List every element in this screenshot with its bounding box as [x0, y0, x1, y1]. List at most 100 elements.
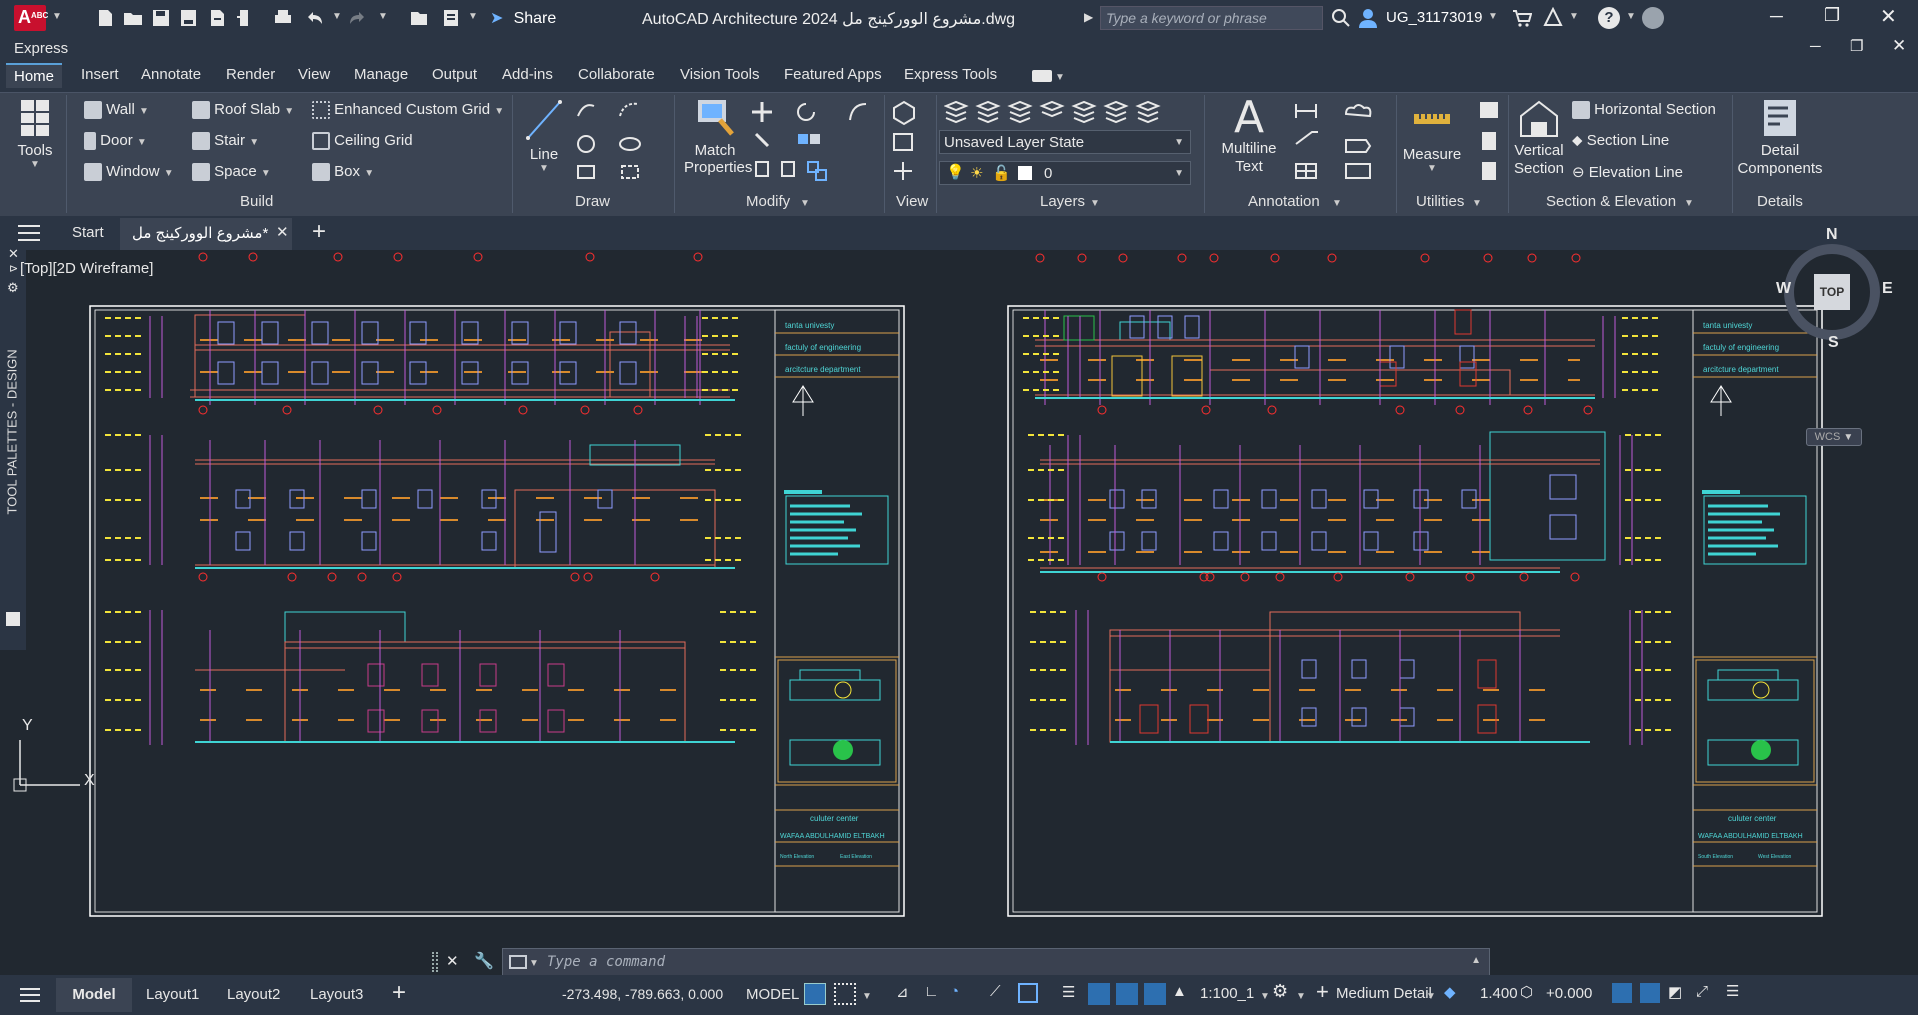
- save-icon[interactable]: [150, 7, 172, 29]
- save-as-icon[interactable]: [178, 7, 200, 29]
- tab-collaborate[interactable]: Collaborate: [578, 66, 655, 83]
- app-logo[interactable]: A ABC: [14, 5, 48, 31]
- section-line-button[interactable]: ⬥ Section Line: [1572, 132, 1669, 149]
- snap-mode-icon[interactable]: [834, 983, 856, 1005]
- detail-components-button[interactable]: Detail Components: [1736, 98, 1824, 178]
- tools-button[interactable]: Tools ▼: [14, 98, 56, 178]
- section-chevron-icon[interactable]: ▼: [1684, 198, 1694, 209]
- ceiling-grid-button[interactable]: Ceiling Grid: [312, 132, 413, 151]
- account-icon[interactable]: [1642, 7, 1664, 29]
- file-menu-icon[interactable]: [18, 225, 40, 241]
- compass-south[interactable]: S: [1828, 334, 1839, 352]
- tab-view[interactable]: View: [298, 66, 330, 83]
- auto-scale-icon[interactable]: [1144, 983, 1166, 1005]
- command-close-icon[interactable]: ✕: [446, 952, 459, 970]
- redo-icon[interactable]: [346, 7, 368, 29]
- maximize-window-icon[interactable]: ❐: [1824, 5, 1840, 26]
- drawing-sheets[interactable]: tanta univesty factuly of engineering ar…: [0, 250, 1918, 975]
- grid-display-icon[interactable]: [804, 983, 826, 1005]
- isodraft-icon[interactable]: ⟋: [990, 983, 1001, 1000]
- ortho-icon[interactable]: ∟: [924, 983, 939, 1000]
- roof-slab-button[interactable]: Roof Slab ▼: [192, 101, 294, 120]
- close-tab-icon[interactable]: ✕: [276, 223, 289, 241]
- gear-chevron-icon[interactable]: ▼: [1296, 991, 1306, 1002]
- enhanced-custom-grid-button[interactable]: Enhanced Custom Grid ▼: [312, 101, 504, 120]
- annotation-visibility-icon[interactable]: [1116, 983, 1138, 1005]
- cart-icon[interactable]: [1512, 8, 1533, 28]
- elevation-value[interactable]: 1.400: [1480, 985, 1518, 1002]
- project-navigator-icon[interactable]: [408, 7, 430, 29]
- vertical-section-button[interactable]: Vertical Section: [1512, 98, 1566, 178]
- add-layout-icon[interactable]: +: [392, 979, 406, 1007]
- elevation-line-button[interactable]: ⊖ Elevation Line: [1572, 163, 1683, 181]
- new-tab-icon[interactable]: +: [312, 218, 326, 246]
- match-properties-button[interactable]: Match Properties: [684, 98, 752, 176]
- tab-layout2[interactable]: Layout2: [227, 986, 280, 1003]
- plot-icon[interactable]: [272, 7, 294, 29]
- clean-screen-icon[interactable]: ◩: [1668, 983, 1682, 1001]
- window-button[interactable]: Window ▼: [84, 163, 174, 182]
- ribbon-toggle-chevron-icon[interactable]: ▼: [1055, 72, 1065, 83]
- annotation-chevron-icon[interactable]: ▼: [1332, 198, 1342, 209]
- scale-chevron-icon[interactable]: ▼: [1260, 991, 1270, 1002]
- layer-dropdown[interactable]: 💡 ☀ 🔓 0 ▼: [939, 161, 1191, 185]
- doc-restore-icon[interactable]: ❐: [1850, 37, 1863, 55]
- viewcube-top-face[interactable]: TOP: [1814, 274, 1850, 310]
- transparency-icon[interactable]: [1088, 983, 1110, 1005]
- annotation-scale-icon[interactable]: ▲: [1172, 983, 1187, 1000]
- close-window-icon[interactable]: ✕: [1880, 4, 1897, 29]
- osnap-icon[interactable]: [1018, 983, 1038, 1003]
- user-chevron-icon[interactable]: ▼: [1488, 11, 1498, 22]
- tab-model[interactable]: Model: [56, 978, 132, 1012]
- lineweight-icon[interactable]: ☰: [1062, 983, 1075, 1001]
- doc-close-icon[interactable]: ✕: [1892, 36, 1906, 56]
- workspace-gear-icon[interactable]: ⚙: [1272, 981, 1288, 1002]
- wall-button[interactable]: Wall ▼: [84, 101, 149, 120]
- measure-button[interactable]: Measure ▼: [1402, 98, 1462, 174]
- modify-chevron-icon[interactable]: ▼: [800, 198, 810, 209]
- utilities-chevron-icon[interactable]: ▼: [1472, 198, 1482, 209]
- tab-output[interactable]: Output: [432, 66, 477, 83]
- detail-chevron-icon[interactable]: ▼: [1426, 991, 1436, 1002]
- stair-button[interactable]: Stair ▼: [192, 132, 259, 151]
- doc-minimize-icon[interactable]: ─: [1810, 38, 1821, 55]
- search-icon[interactable]: [1331, 8, 1351, 28]
- tab-layout3[interactable]: Layout3: [310, 986, 363, 1003]
- command-customize-icon[interactable]: 🔧: [474, 951, 494, 971]
- compass-north[interactable]: N: [1826, 226, 1838, 244]
- command-expand-icon[interactable]: ▲: [1471, 955, 1481, 966]
- compass-east[interactable]: E: [1882, 280, 1893, 298]
- layers-panel-title[interactable]: Layers: [1040, 193, 1085, 210]
- tab-add-ins[interactable]: Add-ins: [502, 66, 553, 83]
- elevation-icon[interactable]: ◆: [1444, 983, 1456, 1001]
- layer-state-dropdown[interactable]: Unsaved Layer State ▼: [939, 130, 1191, 154]
- search-expand-icon[interactable]: ▶: [1084, 10, 1093, 24]
- modify-panel-title[interactable]: Modify: [746, 193, 790, 210]
- new-file-icon[interactable]: [94, 7, 116, 29]
- door-button[interactable]: Door ▼: [84, 132, 147, 151]
- snap-chevron-icon[interactable]: ▼: [862, 991, 872, 1002]
- open-web-icon[interactable]: [206, 7, 228, 29]
- hardware-accel-icon[interactable]: [1640, 983, 1660, 1003]
- tab-home[interactable]: Home: [6, 63, 63, 88]
- command-history-chevron-icon[interactable]: ▼: [529, 958, 539, 969]
- horizontal-section-button[interactable]: Horizontal Section: [1572, 101, 1716, 120]
- viewcube[interactable]: TOP N S E W: [1772, 226, 1893, 351]
- tab-render[interactable]: Render: [226, 66, 275, 83]
- help-icon[interactable]: ?: [1598, 7, 1620, 29]
- user-name[interactable]: UG_31173019: [1386, 9, 1482, 26]
- coordinates-readout[interactable]: -273.498, -789.663, 0.000: [562, 986, 723, 1002]
- cut-plane-icon[interactable]: ⬡: [1520, 983, 1533, 1001]
- tab-featured-apps[interactable]: Featured Apps: [784, 66, 882, 83]
- offset-value[interactable]: +0.000: [1546, 985, 1592, 1002]
- drawing-canvas[interactable]: ✕ ⊳ ⚙ TOOL PALETTES - DESIGN [Top][2D Wi…: [0, 226, 1918, 976]
- tab-active-drawing[interactable]: مشروع الووركينج مل* ✕: [120, 218, 292, 250]
- space-button[interactable]: Space ▼: [192, 163, 271, 182]
- annotation-monitor-icon[interactable]: +: [1316, 979, 1329, 1005]
- infer-constraints-icon[interactable]: ⊿: [896, 983, 909, 1001]
- command-history-icon[interactable]: [509, 955, 527, 969]
- tab-annotate[interactable]: Annotate: [141, 66, 201, 83]
- display-detail-value[interactable]: Medium Detail: [1336, 985, 1432, 1002]
- annotation-panel-title[interactable]: Annotation: [1248, 193, 1320, 210]
- search-input[interactable]: Type a keyword or phrase: [1100, 6, 1323, 30]
